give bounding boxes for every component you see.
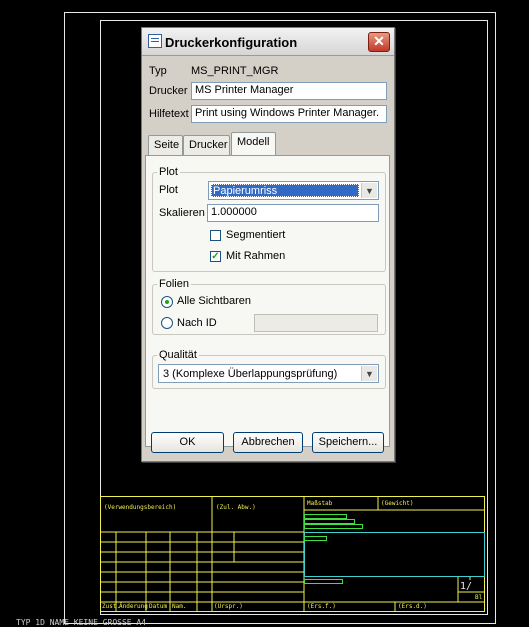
tb-verwendungsbereich: (Verwendungsbereich) (104, 504, 177, 511)
printer-config-dialog: Druckerkonfiguration ✕ Typ MS_PRINT_MGR … (141, 27, 395, 462)
tb-zul-abw: (Zul. Abw.) (216, 504, 256, 511)
nach-id-field[interactable] (254, 314, 378, 332)
mit-rahmen-label: Mit Rahmen (226, 250, 286, 262)
chevron-down-icon[interactable]: ▼ (361, 183, 377, 198)
mit-rahmen-checkbox[interactable]: ✓ (210, 251, 221, 262)
alle-sichtbaren-label: Alle Sichtbaren (177, 295, 251, 307)
typ-label: Typ (149, 65, 167, 77)
tb-aenderung: Änderung (119, 603, 148, 610)
alle-sichtbaren-radio[interactable] (161, 296, 173, 308)
speichern-button[interactable]: Speichern... (312, 432, 384, 453)
nach-id-radio[interactable] (161, 317, 173, 329)
segmentiert-label: Segmentiert (226, 229, 286, 241)
ok-button[interactable]: OK (151, 432, 224, 453)
tb-zust: Zust. (102, 603, 121, 610)
tb-bl: Bl (475, 594, 483, 601)
tb-urspr: (Urspr.) (214, 603, 243, 610)
hilfetext-label: Hilfetext (149, 108, 189, 120)
check-mark-icon: ✓ (211, 251, 220, 262)
skalieren-field[interactable]: 1.000000 (207, 204, 379, 222)
title-block: (Verwendungsbereich) (Zul. Abw.) Maßstab… (100, 496, 486, 613)
tab-modell[interactable]: Modell (231, 132, 276, 155)
hilfetext-field[interactable]: Print using Windows Printer Manager. (191, 105, 387, 123)
tab-drucker[interactable]: Drucker (183, 135, 230, 155)
tb-ers-d: (Ers.d.) (398, 603, 427, 610)
skalieren-label: Skalieren (159, 207, 205, 219)
tab-seite[interactable]: Seite (148, 135, 183, 155)
tb-ers-f: (Ers.f.) (307, 603, 336, 610)
plot-dropdown-value: Papierumriss (211, 184, 359, 197)
plot-group-legend: Plot (159, 166, 178, 178)
tb-nam: Nam. (172, 603, 187, 610)
qualitaet-dropdown[interactable]: 3 (Komplexe Überlappungsprüfung) ▼ (158, 364, 379, 383)
dialog-titlebar[interactable]: Druckerkonfiguration ✕ (142, 28, 394, 56)
dialog-title: Druckerkonfiguration (165, 35, 298, 50)
typ-value: MS_PRINT_MGR (191, 65, 279, 77)
abbrechen-button[interactable]: Abbrechen (233, 432, 303, 453)
title-block-lines (100, 496, 485, 612)
folien-group-legend: Folien (159, 278, 189, 290)
tb-sheet: 1/ (460, 581, 473, 592)
qualitaet-dropdown-value: 3 (Komplexe Überlappungsprüfung) (163, 368, 338, 380)
plot-label: Plot (159, 184, 178, 196)
tb-massstab: Maßstab (307, 500, 333, 507)
close-button[interactable]: ✕ (368, 32, 390, 52)
tb-datum: Datum (149, 603, 168, 610)
status-bar-text: TYP 1D NAME KEINE GROSSE A4 (16, 618, 147, 627)
drucker-field[interactable]: MS Printer Manager (191, 82, 387, 100)
chevron-down-icon[interactable]: ▼ (361, 366, 377, 381)
nach-id-label: Nach ID (177, 317, 217, 329)
plot-dropdown[interactable]: Papierumriss ▼ (208, 181, 379, 200)
tb-gewicht: (Gewicht) (381, 500, 414, 507)
drucker-label: Drucker (149, 85, 188, 97)
segmentiert-checkbox[interactable] (210, 230, 221, 241)
dialog-app-icon (148, 34, 162, 48)
qualitaet-group-legend: Qualität (159, 349, 197, 361)
tab-panel-modell: Plot Plot Papierumriss ▼ Skalieren 1.000… (145, 155, 390, 447)
